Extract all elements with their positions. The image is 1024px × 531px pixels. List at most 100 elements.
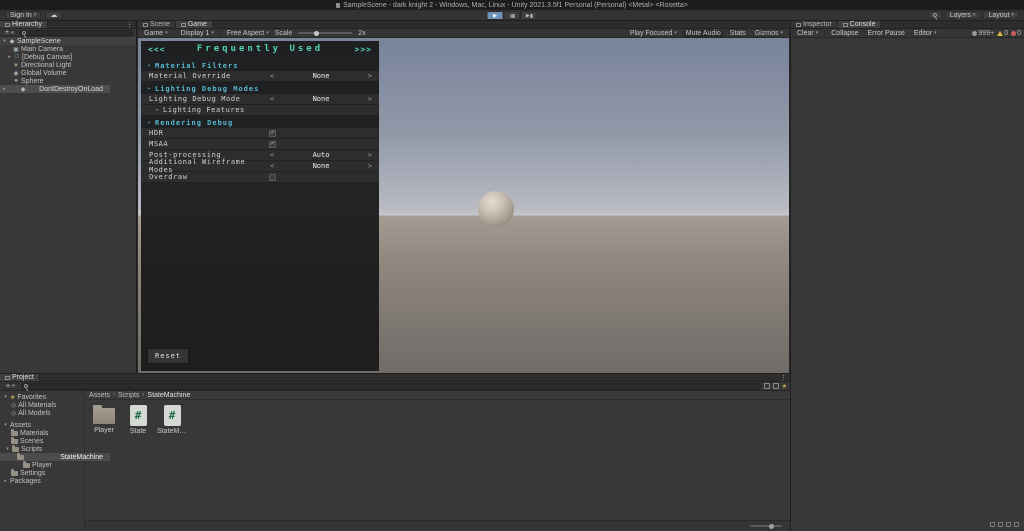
- next-value-button[interactable]: >: [368, 72, 372, 80]
- tab-game[interactable]: Game: [175, 21, 213, 28]
- foldout-open-icon[interactable]: ▾: [5, 446, 10, 452]
- gizmos-dropdown[interactable]: Gizmos ▾: [752, 30, 786, 37]
- warning-filter-button[interactable]: 0: [997, 30, 1008, 37]
- game-viewport[interactable]: <<< Frequently Used >>> ▾ Material Filte…: [138, 38, 789, 373]
- tree-item-favorites[interactable]: ▾ ★ Favorites: [0, 393, 84, 401]
- section-rendering-debug[interactable]: ▾ Rendering Debug: [141, 117, 379, 128]
- row-lighting-features[interactable]: ▸ Lighting Features: [141, 105, 379, 115]
- layers-dropdown[interactable]: Layers ▾: [944, 11, 981, 19]
- search-by-label-button[interactable]: [772, 383, 779, 389]
- tree-item-all-models[interactable]: ◎ All Models: [0, 409, 84, 417]
- project-menu-icon[interactable]: ⋮: [777, 374, 790, 382]
- debugger-prev-page-button[interactable]: <<<: [148, 45, 165, 54]
- error-filter-button[interactable]: 0: [1011, 30, 1021, 37]
- hierarchy-item-directional-light[interactable]: ☀ Directional Light: [0, 61, 136, 69]
- foldout-open-icon[interactable]: ▾: [3, 422, 8, 428]
- asset-item-statemachine-script[interactable]: # StateMach...: [157, 404, 187, 435]
- tab-hierarchy[interactable]: Hierarchy: [0, 21, 48, 28]
- tree-item-packages[interactable]: ▸ Packages: [0, 477, 84, 485]
- prev-value-button[interactable]: <: [270, 72, 274, 80]
- tree-item-scripts[interactable]: ▾ Scripts: [0, 445, 84, 453]
- info-filter-button[interactable]: 999+: [972, 30, 994, 37]
- play-button[interactable]: ▶: [486, 11, 504, 20]
- display-dropdown[interactable]: Display 1 ▾: [178, 30, 217, 37]
- thumbnail-size-knob[interactable]: [769, 523, 775, 529]
- game-mode-dropdown[interactable]: Game ▾: [141, 30, 171, 37]
- foldout-open-icon: ▾: [147, 119, 152, 126]
- tree-item-settings[interactable]: Settings: [0, 469, 84, 477]
- tree-item-scenes[interactable]: Scenes: [0, 437, 84, 445]
- next-value-button[interactable]: >: [368, 95, 372, 103]
- next-value-button[interactable]: >: [368, 162, 372, 170]
- mute-audio-toggle[interactable]: Mute Audio: [682, 29, 724, 37]
- thumbnail-size-slider[interactable]: [750, 523, 782, 529]
- foldout-open-icon[interactable]: ▾: [3, 394, 8, 400]
- project-add-button[interactable]: + ▾: [3, 383, 18, 390]
- debugger-next-page-button[interactable]: >>>: [355, 45, 372, 54]
- project-search-input[interactable]: [20, 382, 761, 390]
- tab-project[interactable]: Project: [0, 374, 40, 381]
- tab-inspector[interactable]: Inspector: [791, 21, 838, 28]
- prev-value-button[interactable]: <: [270, 151, 274, 159]
- hierarchy-search-input[interactable]: [18, 29, 134, 36]
- status-icon[interactable]: [990, 522, 995, 527]
- hierarchy-item-main-camera[interactable]: ▣ Main Camera: [0, 45, 136, 53]
- msaa-checkbox[interactable]: ✓: [269, 140, 276, 148]
- global-search-button[interactable]: [927, 11, 942, 19]
- step-button[interactable]: ▶: [520, 11, 538, 20]
- tab-scene[interactable]: Scene: [138, 21, 176, 28]
- layout-dropdown[interactable]: Layout ▾: [983, 11, 1019, 19]
- cloud-services-button[interactable]: ☁: [45, 11, 63, 19]
- hierarchy-tab-label: Hierarchy: [12, 21, 42, 28]
- search-by-type-button[interactable]: [763, 383, 770, 389]
- foldout-closed-icon[interactable]: ▸: [3, 478, 8, 484]
- status-icon[interactable]: [1006, 522, 1011, 527]
- hierarchy-menu-icon[interactable]: ⋮: [123, 21, 136, 29]
- error-pause-toggle[interactable]: Error Pause: [865, 30, 908, 37]
- stats-toggle[interactable]: Stats: [727, 30, 749, 37]
- aspect-ratio-dropdown[interactable]: Free Aspect ▾: [224, 30, 272, 37]
- hierarchy-item-debug-canvas[interactable]: ▸ □ [Debug Canvas]: [0, 53, 136, 61]
- save-search-button[interactable]: ★: [782, 383, 787, 390]
- pause-button[interactable]: [503, 11, 521, 20]
- foldout-closed-icon[interactable]: ▸: [7, 54, 12, 60]
- stats-label: Stats: [729, 29, 746, 37]
- section-lighting-debug-modes[interactable]: ▾ Lighting Debug Modes: [141, 83, 379, 94]
- scene-row-dontdestroyonload[interactable]: ▸ ◆ DontDestroyOnLoad: [0, 85, 110, 93]
- hierarchy-add-button[interactable]: + ▾: [2, 29, 17, 36]
- plus-icon: +: [5, 29, 10, 36]
- clear-button[interactable]: Clear ▾: [794, 30, 821, 37]
- reset-button[interactable]: Reset: [147, 348, 190, 364]
- asset-item-player-folder[interactable]: Player: [89, 404, 119, 434]
- tab-console[interactable]: Console: [837, 21, 882, 28]
- scene-row-samplescene[interactable]: ▾ ◆ SampleScene: [0, 37, 136, 45]
- gizmos-label: Gizmos: [754, 29, 779, 37]
- play-icon: ▶: [493, 12, 497, 19]
- status-icon[interactable]: [1014, 522, 1019, 527]
- editor-dropdown[interactable]: Editor ▾: [911, 30, 940, 37]
- section-material-filters[interactable]: ▾ Material Filters: [141, 60, 379, 71]
- breadcrumb-segment[interactable]: Assets: [89, 392, 110, 399]
- asset-item-state-script[interactable]: # State: [123, 404, 153, 435]
- prev-value-button[interactable]: <: [270, 162, 274, 170]
- foldout-open-icon[interactable]: ▾: [2, 38, 7, 44]
- prev-value-button[interactable]: <: [270, 95, 274, 103]
- hierarchy-item-global-volume[interactable]: ◉ Global Volume: [0, 69, 136, 77]
- tree-item-assets[interactable]: ▾ Assets: [0, 421, 84, 429]
- foldout-closed-icon[interactable]: ▸: [2, 86, 7, 92]
- overdraw-checkbox[interactable]: [269, 173, 276, 181]
- hierarchy-item-sphere[interactable]: ● Sphere: [0, 77, 136, 85]
- sign-in-button[interactable]: Sign In ▾: [5, 11, 42, 19]
- play-focused-dropdown[interactable]: Play Focused ▾: [627, 30, 680, 37]
- status-icon[interactable]: [998, 522, 1003, 527]
- breadcrumb-segment-current[interactable]: StateMachine: [147, 392, 190, 399]
- tree-item-all-materials[interactable]: ◎ All Materials: [0, 401, 84, 409]
- scale-slider[interactable]: [298, 30, 353, 36]
- breadcrumb-segment[interactable]: Scripts: [118, 392, 139, 399]
- tree-item-player[interactable]: Player: [0, 461, 84, 469]
- next-value-button[interactable]: >: [368, 151, 372, 159]
- tree-item-materials[interactable]: Materials: [0, 429, 84, 437]
- hdr-checkbox[interactable]: ✓: [269, 129, 276, 137]
- scale-slider-knob[interactable]: [314, 30, 320, 36]
- collapse-toggle[interactable]: Collapse: [828, 30, 861, 37]
